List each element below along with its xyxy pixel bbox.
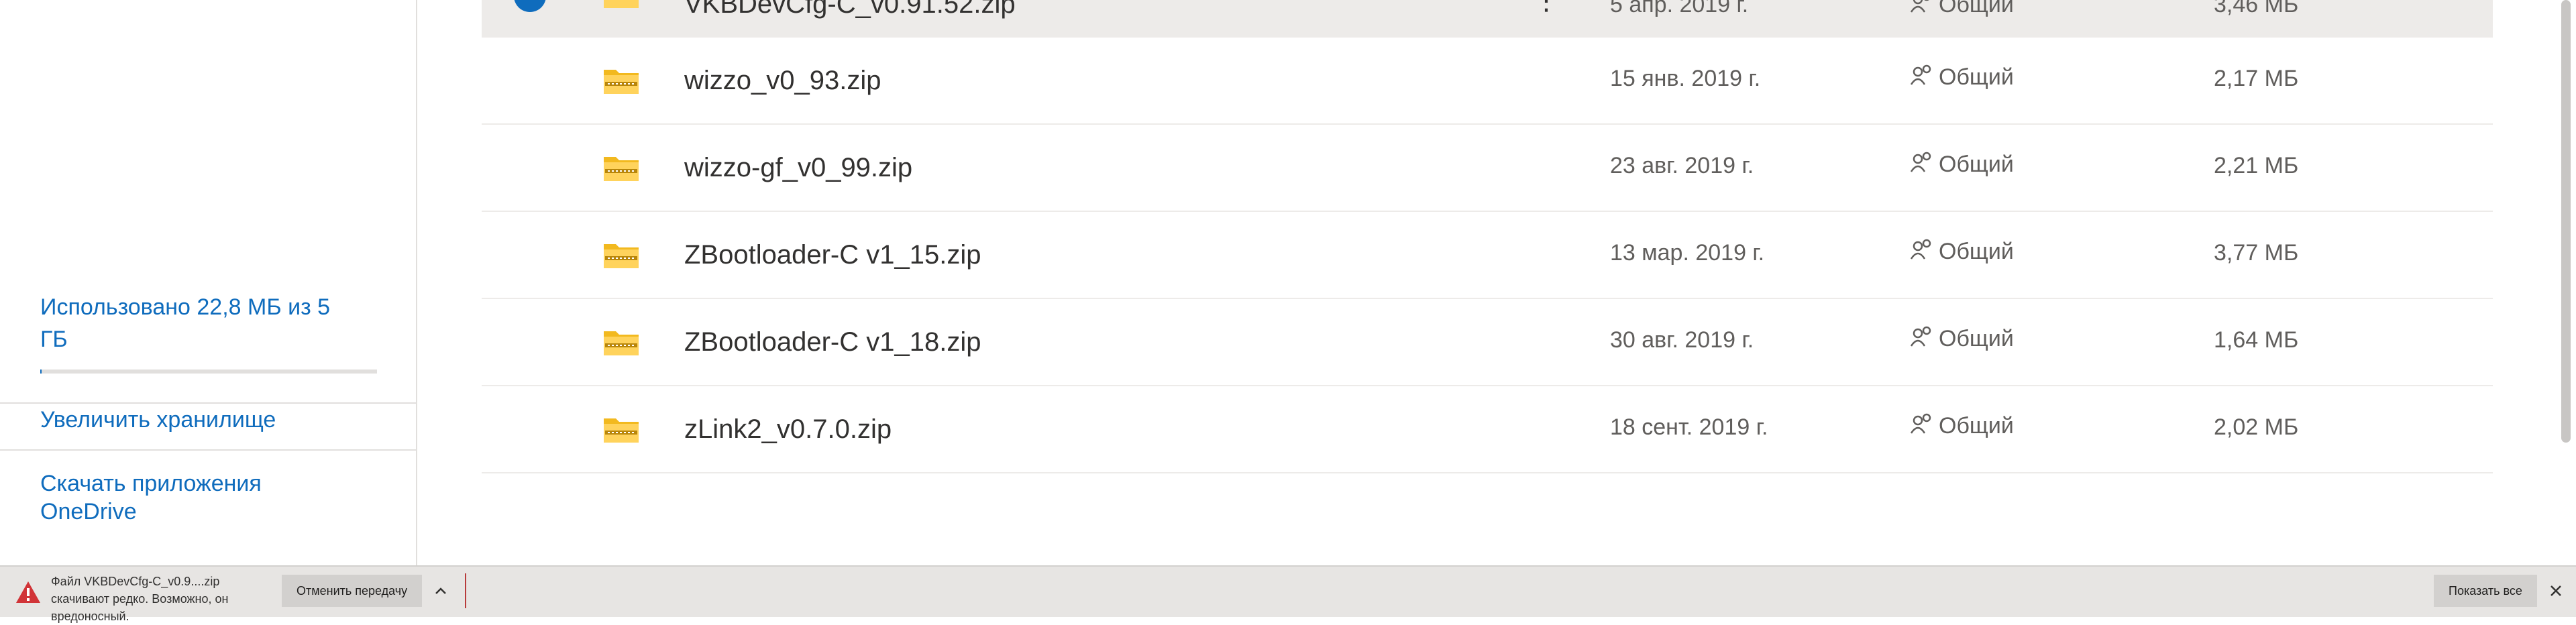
file-name[interactable]: VKBDevCfg-C_v0.91.52.zip — [684, 0, 1016, 19]
download-bar: Файл VKBDevCfg-C_v0.9....zip скачивают р… — [0, 565, 2576, 623]
storage-usage-bar — [40, 370, 377, 374]
shared-people-icon — [1910, 239, 1931, 260]
checkmark-icon[interactable] — [514, 0, 546, 12]
file-name[interactable]: ZBootloader-C v1_18.zip — [684, 327, 981, 357]
file-modified-date: 13 мар. 2019 г. — [1610, 240, 1765, 266]
file-sharing-status: Общий — [1910, 239, 2014, 265]
file-row[interactable]: zLink2_v0.7.0.zip 18 сент. 2019 г. Общий… — [482, 386, 2493, 473]
file-name[interactable]: zLink2_v0.7.0.zip — [684, 414, 892, 445]
shared-people-icon — [1910, 64, 1931, 85]
download-options-button[interactable] — [423, 575, 459, 607]
warning-icon — [16, 581, 40, 603]
shared-people-icon — [1910, 413, 1931, 434]
show-all-downloads-button[interactable]: Показать все — [2434, 575, 2537, 607]
zip-folder-icon — [604, 70, 639, 94]
file-sharing-status: Общий — [1910, 413, 2014, 439]
file-sharing-status: Общий — [1910, 152, 2014, 178]
file-modified-date: 15 янв. 2019 г. — [1610, 66, 1761, 91]
file-row[interactable]: wizzo_v0_93.zip 15 янв. 2019 г. Общий 2,… — [482, 38, 2493, 125]
file-name[interactable]: wizzo_v0_93.zip — [684, 66, 881, 96]
sharing-label: Общий — [1939, 239, 2014, 264]
file-row[interactable]: ZBootloader-C v1_18.zip 30 авг. 2019 г. … — [482, 299, 2493, 386]
file-size: 1,64 МБ — [2214, 327, 2299, 353]
get-more-storage-link[interactable]: Увеличить хранилище — [40, 406, 362, 434]
storage-usage-link[interactable]: Использовано 22,8 МБ из 5 ГБ — [40, 291, 362, 355]
file-sharing-status: Общий — [1910, 0, 2014, 18]
close-icon — [2551, 585, 2561, 596]
vertical-scrollbar[interactable] — [2557, 0, 2576, 565]
file-modified-date: 30 авг. 2019 г. — [1610, 327, 1754, 353]
left-navigation-pane: Использовано 22,8 МБ из 5 ГБ Увеличить х… — [0, 0, 417, 565]
sidebar-divider — [0, 449, 416, 451]
close-download-bar-button[interactable] — [2542, 575, 2569, 607]
file-size: 2,21 МБ — [2214, 153, 2299, 178]
zip-folder-icon — [604, 331, 639, 355]
sharing-label: Общий — [1939, 326, 2014, 351]
cancel-download-button[interactable]: Отменить передачу — [282, 575, 423, 607]
sharing-label: Общий — [1939, 152, 2014, 177]
file-size: 2,02 МБ — [2214, 414, 2299, 440]
download-item-divider — [465, 573, 466, 608]
file-size: 3,77 МБ — [2214, 240, 2299, 266]
file-modified-date: 5 апр. 2019 г. — [1610, 0, 1749, 17]
file-sharing-status: Общий — [1910, 326, 2014, 352]
shared-people-icon — [1910, 326, 1931, 347]
zip-folder-icon — [604, 0, 639, 8]
file-modified-date: 23 авг. 2019 г. — [1610, 153, 1754, 178]
get-onedrive-apps-link[interactable]: Скачать приложения OneDrive — [40, 469, 362, 526]
sharing-label: Общий — [1939, 413, 2014, 439]
zip-folder-icon — [604, 244, 639, 268]
storage-usage-fill — [40, 370, 42, 374]
file-name[interactable]: wizzo-gf_v0_99.zip — [684, 153, 912, 183]
file-size: 2,17 МБ — [2214, 66, 2299, 91]
sharing-label: Общий — [1939, 64, 2014, 90]
zip-folder-icon — [604, 418, 639, 443]
shared-people-icon — [1910, 152, 1931, 172]
file-name[interactable]: ZBootloader-C v1_15.zip — [684, 240, 981, 270]
zip-folder-icon — [604, 157, 639, 181]
file-row[interactable]: wizzo-gf_v0_99.zip 23 авг. 2019 г. Общий… — [482, 125, 2493, 212]
more-options-icon[interactable]: ⋮ — [1533, 0, 1560, 16]
sharing-label: Общий — [1939, 0, 2014, 17]
file-size: 3,46 МБ — [2214, 0, 2299, 17]
file-sharing-status: Общий — [1910, 64, 2014, 91]
shared-people-icon — [1910, 0, 1929, 13]
sidebar-divider — [0, 402, 416, 404]
file-row[interactable]: ZBootloader-C v1_15.zip 13 мар. 2019 г. … — [482, 212, 2493, 299]
chevron-up-icon — [435, 587, 446, 594]
file-row[interactable]: VKBDevCfg-C_v0.91.52.zip ⋮ 5 апр. 2019 г… — [482, 0, 2493, 38]
scrollbar-thumb[interactable] — [2561, 0, 2571, 443]
file-modified-date: 18 сент. 2019 г. — [1610, 414, 1768, 440]
download-warning-message: Файл VKBDevCfg-C_v0.9....zip скачивают р… — [51, 575, 229, 623]
